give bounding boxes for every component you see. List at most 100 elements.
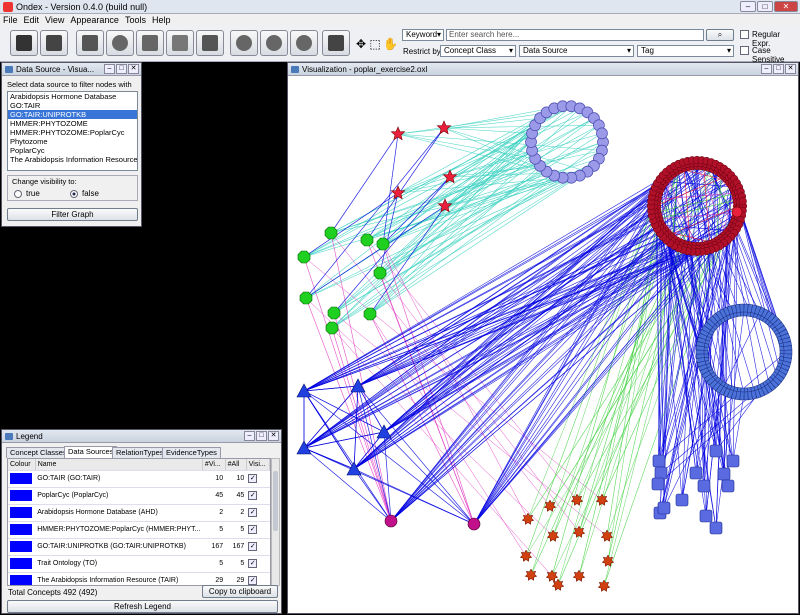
tab-data-sources[interactable]: Data Sources bbox=[64, 446, 118, 458]
tag-dropdown[interactable]: Tag bbox=[637, 45, 734, 57]
concept-node[interactable] bbox=[572, 569, 586, 582]
colour-swatch[interactable] bbox=[10, 490, 32, 501]
concept-node[interactable] bbox=[654, 466, 668, 480]
zoom-out-button[interactable] bbox=[290, 30, 318, 56]
list-item[interactable]: PoplarCyc bbox=[8, 146, 137, 155]
table-row[interactable]: Arabidopsis Hormone Database (AHD) 2 2 ✓ bbox=[8, 504, 270, 522]
concept-node[interactable] bbox=[652, 454, 666, 468]
concept-node[interactable] bbox=[695, 353, 705, 359]
concept-node[interactable] bbox=[596, 127, 608, 140]
list-item[interactable]: HMMER:PHYTOZOME:PoplarCyc bbox=[8, 128, 137, 137]
fit-view-button[interactable] bbox=[322, 30, 350, 56]
hand-icon[interactable]: ✋ bbox=[383, 38, 398, 50]
menu-appearance[interactable]: Appearance bbox=[70, 15, 119, 25]
menu-help[interactable]: Help bbox=[152, 15, 171, 25]
concept-node[interactable] bbox=[390, 126, 406, 141]
visible-checkbox[interactable]: ✓ bbox=[248, 559, 258, 568]
concept-node[interactable] bbox=[373, 266, 387, 280]
concept-node[interactable] bbox=[783, 345, 793, 351]
colour-swatch[interactable] bbox=[10, 473, 32, 484]
table-row[interactable]: HMMER:PHYTOZOME:PoplarCyc (HMMER:PHYT...… bbox=[8, 521, 270, 539]
concept-node[interactable] bbox=[709, 444, 723, 458]
tools-button[interactable] bbox=[76, 30, 104, 56]
panel-close-button[interactable]: ✕ bbox=[268, 431, 279, 441]
table-row[interactable]: Trait Ontology (TO) 5 5 ✓ bbox=[8, 555, 270, 573]
zoom-in-button[interactable] bbox=[260, 30, 288, 56]
column-header[interactable]: Colour bbox=[8, 459, 36, 471]
tab-relation-types[interactable]: RelationTypes bbox=[112, 447, 168, 458]
tab-evidence-types[interactable]: EvidenceTypes bbox=[162, 447, 221, 458]
concept-node[interactable] bbox=[657, 501, 671, 515]
visible-checkbox[interactable]: ✓ bbox=[248, 508, 258, 517]
visible-checkbox[interactable]: ✓ bbox=[248, 525, 258, 534]
visible-checkbox[interactable]: ✓ bbox=[248, 491, 258, 500]
column-header[interactable]: #All bbox=[225, 459, 247, 471]
colour-swatch[interactable] bbox=[10, 541, 32, 552]
datasource-list[interactable]: Arabidopsis Hormone Database GO:TAIR GO:… bbox=[7, 91, 138, 171]
open-button[interactable] bbox=[10, 30, 38, 56]
maximize-button[interactable]: □ bbox=[757, 1, 773, 12]
concept-node[interactable] bbox=[697, 479, 711, 493]
concept-node[interactable] bbox=[384, 514, 398, 528]
concept-class-dropdown[interactable]: Concept Class bbox=[440, 45, 516, 57]
concept-node[interactable] bbox=[325, 321, 339, 335]
panel-maximize-button[interactable]: □ bbox=[116, 64, 127, 74]
scrollbar-thumb[interactable] bbox=[273, 471, 278, 531]
concept-node[interactable] bbox=[595, 493, 609, 506]
delete-button[interactable] bbox=[166, 30, 194, 56]
info-button[interactable] bbox=[106, 30, 134, 56]
search-button[interactable]: ⌕ bbox=[706, 29, 734, 41]
concept-node[interactable] bbox=[521, 512, 535, 525]
concept-node[interactable] bbox=[376, 424, 392, 439]
concept-node[interactable] bbox=[360, 233, 374, 247]
concept-node[interactable] bbox=[572, 525, 586, 538]
concept-node[interactable] bbox=[721, 479, 735, 493]
concept-node[interactable] bbox=[519, 549, 533, 562]
colour-swatch[interactable] bbox=[10, 575, 32, 585]
concept-node[interactable] bbox=[324, 226, 338, 240]
concept-node[interactable] bbox=[726, 454, 740, 468]
concept-node[interactable] bbox=[675, 493, 689, 507]
column-header[interactable]: Name bbox=[35, 459, 203, 471]
colour-swatch[interactable] bbox=[10, 524, 32, 535]
table-row[interactable]: GO:TAIR (GO:TAIR) 10 10 ✓ bbox=[8, 470, 270, 488]
concept-node[interactable] bbox=[436, 120, 452, 135]
panel-minimize-button[interactable]: – bbox=[104, 64, 115, 74]
panel-maximize-button[interactable]: □ bbox=[773, 64, 784, 74]
concept-node[interactable] bbox=[699, 509, 713, 523]
concept-node[interactable] bbox=[524, 568, 538, 581]
concept-node[interactable] bbox=[297, 250, 311, 264]
panel-minimize-button[interactable]: – bbox=[761, 64, 772, 74]
list-item[interactable]: Arabidopsis Hormone Database bbox=[8, 92, 137, 101]
tab-concept-classes[interactable]: Concept Classes bbox=[6, 447, 71, 458]
case-sensitive-checkbox[interactable] bbox=[740, 46, 749, 55]
refresh-legend-button[interactable]: Refresh Legend bbox=[7, 600, 278, 613]
concept-node[interactable] bbox=[570, 493, 584, 506]
column-header[interactable]: #Vi... bbox=[202, 459, 226, 471]
concept-node[interactable] bbox=[363, 307, 377, 321]
list-item[interactable]: GO:TAIR bbox=[8, 101, 137, 110]
regex-checkbox[interactable] bbox=[740, 30, 749, 39]
table-row[interactable]: The Arabidopsis Information Resource (TA… bbox=[8, 572, 270, 585]
check-button[interactable] bbox=[136, 30, 164, 56]
column-header[interactable]: Visi... bbox=[246, 459, 270, 471]
save-button[interactable] bbox=[40, 30, 68, 56]
menu-file[interactable]: File bbox=[3, 15, 18, 25]
panel-close-button[interactable]: ✕ bbox=[785, 64, 796, 74]
concept-node[interactable] bbox=[739, 303, 745, 313]
move-icon[interactable]: ✥ bbox=[355, 38, 367, 50]
concept-node[interactable] bbox=[597, 579, 611, 592]
select-icon[interactable]: ⬚ bbox=[369, 38, 381, 50]
false-radio[interactable] bbox=[70, 190, 78, 198]
refresh-button[interactable] bbox=[230, 30, 258, 56]
list-item-selected[interactable]: GO:TAIR:UNIPROTKB bbox=[8, 110, 137, 119]
concept-node[interactable] bbox=[299, 291, 313, 305]
colour-swatch[interactable] bbox=[10, 507, 32, 518]
data-source-dropdown[interactable]: Data Source bbox=[519, 45, 634, 57]
filter-graph-button[interactable]: Filter Graph bbox=[7, 208, 138, 221]
minimize-button[interactable]: – bbox=[740, 1, 756, 12]
concept-node[interactable] bbox=[783, 349, 793, 355]
concept-node[interactable] bbox=[731, 206, 743, 218]
true-radio[interactable] bbox=[14, 190, 22, 198]
concept-node[interactable] bbox=[689, 466, 703, 480]
